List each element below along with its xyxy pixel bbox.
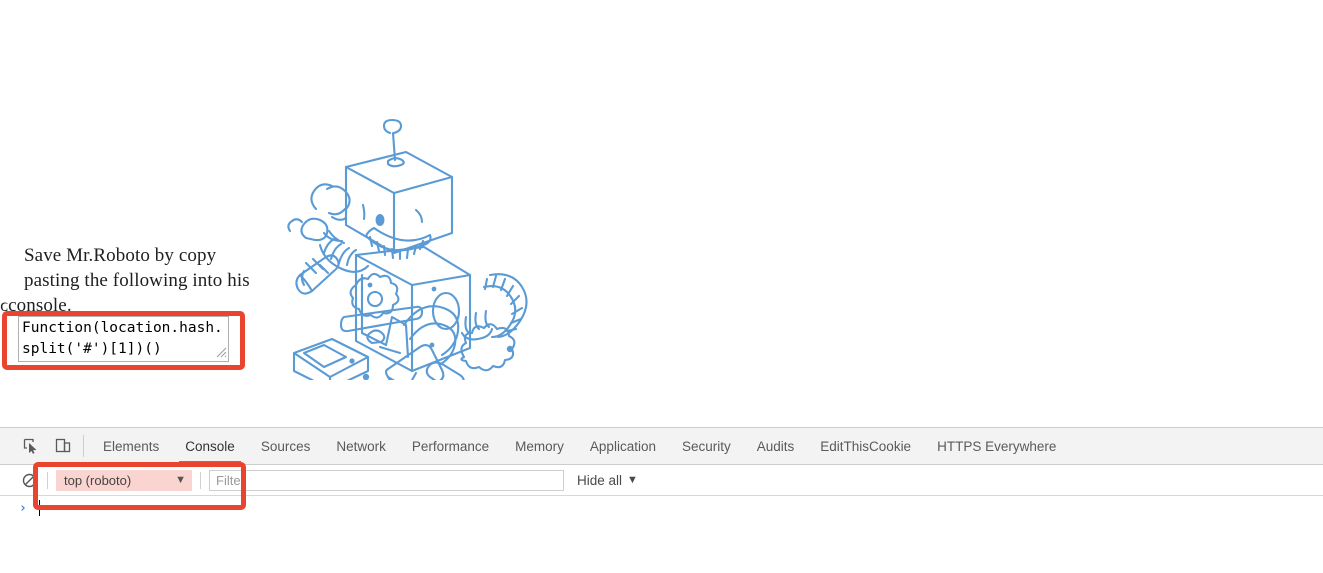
- hide-all-label: Hide all: [577, 473, 622, 488]
- devtools-tab-bar: Elements Console Sources Network Perform…: [0, 428, 1323, 465]
- chevron-down-icon: ▼: [627, 474, 638, 486]
- code-input-textarea[interactable]: [18, 316, 229, 362]
- tab-https-everywhere[interactable]: HTTPS Everywhere: [924, 428, 1069, 464]
- broken-robot-sketch-icon: [284, 105, 534, 380]
- hide-all-dropdown[interactable]: Hide all ▼: [577, 473, 638, 488]
- console-context-selector[interactable]: top (roboto) ▼: [56, 470, 192, 491]
- chevron-down-icon: ▼: [175, 474, 186, 486]
- tab-console[interactable]: Console: [172, 428, 248, 464]
- clear-console-icon[interactable]: [19, 470, 39, 490]
- console-prompt-chevron-icon: ›: [19, 501, 27, 516]
- instruction-line-1: Save Mr.Roboto by copy: [24, 243, 280, 268]
- tab-audits[interactable]: Audits: [744, 428, 808, 464]
- filterbar-divider-1: [47, 472, 48, 489]
- device-toolbar-icon[interactable]: [49, 428, 77, 464]
- filterbar-divider-2: [200, 472, 201, 489]
- console-context-value: top (roboto): [64, 473, 131, 488]
- browser-page: Save Mr.Roboto by copy pasting the follo…: [0, 0, 1323, 573]
- console-filter-input[interactable]: [209, 470, 564, 491]
- tab-application[interactable]: Application: [577, 428, 669, 464]
- instruction-text: Save Mr.Roboto by copy pasting the follo…: [10, 243, 280, 318]
- tab-elements[interactable]: Elements: [90, 428, 172, 464]
- tab-sources[interactable]: Sources: [248, 428, 324, 464]
- console-prompt-row[interactable]: ›: [0, 496, 1323, 520]
- page-content-area: Save Mr.Roboto by copy pasting the follo…: [0, 0, 1323, 427]
- instruction-line-2: pasting the following into his: [24, 268, 280, 293]
- console-input[interactable]: [40, 496, 1323, 520]
- console-filter-bar: top (roboto) ▼ Hide all ▼: [0, 465, 1323, 496]
- toolbar-divider: [83, 435, 84, 457]
- tab-editthiscookie[interactable]: EditThisCookie: [807, 428, 924, 464]
- tab-security[interactable]: Security: [669, 428, 744, 464]
- tab-performance[interactable]: Performance: [399, 428, 502, 464]
- devtools-panel: Elements Console Sources Network Perform…: [0, 427, 1323, 573]
- tab-memory[interactable]: Memory: [502, 428, 577, 464]
- tab-network[interactable]: Network: [323, 428, 399, 464]
- inspect-element-icon[interactable]: [17, 428, 45, 464]
